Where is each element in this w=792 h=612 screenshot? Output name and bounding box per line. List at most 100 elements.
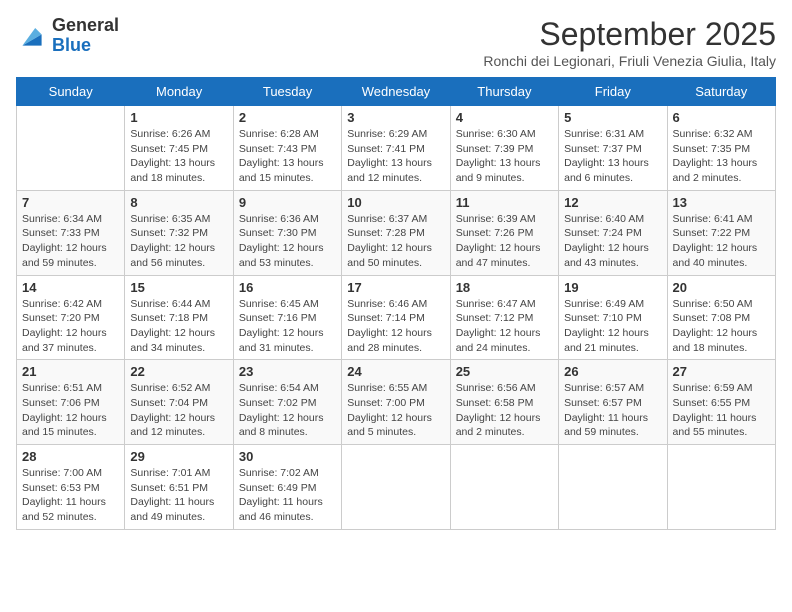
day-info: Sunrise: 6:29 AMSunset: 7:41 PMDaylight:…	[347, 127, 444, 186]
day-number: 19	[564, 280, 661, 295]
day-number: 25	[456, 364, 553, 379]
column-header-wednesday: Wednesday	[342, 78, 450, 106]
day-number: 12	[564, 195, 661, 210]
logo: General Blue	[16, 16, 119, 56]
calendar-cell: 15Sunrise: 6:44 AMSunset: 7:18 PMDayligh…	[125, 275, 233, 360]
day-info: Sunrise: 6:42 AMSunset: 7:20 PMDaylight:…	[22, 297, 119, 356]
calendar-week-row: 1 Sunrise: 6:26 AMSunset: 7:45 PMDaylight…	[17, 106, 776, 191]
column-header-saturday: Saturday	[667, 78, 775, 106]
calendar-cell: 7 Sunrise: 6:34 AMSunset: 7:33 PMDaylight…	[17, 190, 125, 275]
column-header-sunday: Sunday	[17, 78, 125, 106]
calendar-cell: 27 Sunrise: 6:59 AMSunset: 6:55 PMDayligh…	[667, 360, 775, 445]
day-info: Sunrise: 6:49 AMSunset: 7:10 PMDaylight:…	[564, 297, 661, 356]
day-number: 16	[239, 280, 336, 295]
day-number: 26	[564, 364, 661, 379]
calendar-cell	[559, 445, 667, 530]
calendar-cell	[342, 445, 450, 530]
day-info: Sunrise: 6:32 AMSunset: 7:35 PMDaylight:…	[673, 127, 770, 186]
day-number: 2	[239, 110, 336, 125]
calendar-cell: 2Sunrise: 6:28 AMSunset: 7:43 PMDaylight…	[233, 106, 341, 191]
calendar-cell: 26 Sunrise: 6:57 AMSunset: 6:57 PMDayligh…	[559, 360, 667, 445]
day-number: 24	[347, 364, 444, 379]
calendar-cell: 17 Sunrise: 6:46 AMSunset: 7:14 PMDayligh…	[342, 275, 450, 360]
day-info: Sunrise: 6:39 AMSunset: 7:26 PMDaylight:…	[456, 212, 553, 271]
calendar-cell: 5 Sunrise: 6:31 AMSunset: 7:37 PMDaylight…	[559, 106, 667, 191]
day-number: 7	[22, 195, 119, 210]
column-header-monday: Monday	[125, 78, 233, 106]
calendar-week-row: 21 Sunrise: 6:51 AMSunset: 7:06 PMDayligh…	[17, 360, 776, 445]
day-number: 27	[673, 364, 770, 379]
day-info: Sunrise: 6:47 AMSunset: 7:12 PMDaylight:…	[456, 297, 553, 356]
calendar-cell: 22 Sunrise: 6:52 AMSunset: 7:04 PMDayligh…	[125, 360, 233, 445]
day-number: 14	[22, 280, 119, 295]
day-info: Sunrise: 6:54 AMSunset: 7:02 PMDaylight:…	[239, 381, 336, 440]
day-number: 9	[239, 195, 336, 210]
day-number: 28	[22, 449, 119, 464]
calendar-cell: 20 Sunrise: 6:50 AMSunset: 7:08 PMDayligh…	[667, 275, 775, 360]
day-number: 15	[130, 280, 227, 295]
day-info: Sunrise: 6:35 AMSunset: 7:32 PMDaylight:…	[130, 212, 227, 271]
calendar-week-row: 28 Sunrise: 7:00 AMSunset: 6:53 PMDayligh…	[17, 445, 776, 530]
logo-icon	[16, 20, 48, 52]
day-info: Sunrise: 6:56 AMSunset: 6:58 PMDaylight:…	[456, 381, 553, 440]
calendar-table: SundayMondayTuesdayWednesdayThursdayFrid…	[16, 77, 776, 530]
day-number: 3	[347, 110, 444, 125]
day-number: 6	[673, 110, 770, 125]
calendar-week-row: 7 Sunrise: 6:34 AMSunset: 7:33 PMDaylight…	[17, 190, 776, 275]
day-info: Sunrise: 6:36 AMSunset: 7:30 PMDaylight:…	[239, 212, 336, 271]
calendar-cell: 8 Sunrise: 6:35 AMSunset: 7:32 PMDaylight…	[125, 190, 233, 275]
day-number: 13	[673, 195, 770, 210]
calendar-cell	[667, 445, 775, 530]
day-info: Sunrise: 6:45 AMSunset: 7:16 PMDaylight:…	[239, 297, 336, 356]
day-info: Sunrise: 7:00 AMSunset: 6:53 PMDaylight:…	[22, 466, 119, 525]
column-header-friday: Friday	[559, 78, 667, 106]
day-info: Sunrise: 6:40 AMSunset: 7:24 PMDaylight:…	[564, 212, 661, 271]
day-info: Sunrise: 6:31 AMSunset: 7:37 PMDaylight:…	[564, 127, 661, 186]
day-info: Sunrise: 6:46 AMSunset: 7:14 PMDaylight:…	[347, 297, 444, 356]
calendar-cell: 11 Sunrise: 6:39 AMSunset: 7:26 PMDayligh…	[450, 190, 558, 275]
calendar-cell: 24Sunrise: 6:55 AMSunset: 7:00 PMDayligh…	[342, 360, 450, 445]
month-title: September 2025	[483, 16, 776, 53]
day-number: 18	[456, 280, 553, 295]
page-header: General Blue September 2025 Ronchi dei L…	[16, 16, 776, 69]
day-number: 20	[673, 280, 770, 295]
day-number: 22	[130, 364, 227, 379]
day-info: Sunrise: 6:51 AMSunset: 7:06 PMDaylight:…	[22, 381, 119, 440]
calendar-cell: 4Sunrise: 6:30 AMSunset: 7:39 PMDaylight…	[450, 106, 558, 191]
day-number: 21	[22, 364, 119, 379]
day-number: 30	[239, 449, 336, 464]
day-info: Sunrise: 6:50 AMSunset: 7:08 PMDaylight:…	[673, 297, 770, 356]
column-header-thursday: Thursday	[450, 78, 558, 106]
day-info: Sunrise: 6:37 AMSunset: 7:28 PMDaylight:…	[347, 212, 444, 271]
calendar-cell: 10Sunrise: 6:37 AMSunset: 7:28 PMDayligh…	[342, 190, 450, 275]
title-block: September 2025 Ronchi dei Legionari, Fri…	[483, 16, 776, 69]
day-number: 17	[347, 280, 444, 295]
calendar-cell: 23Sunrise: 6:54 AMSunset: 7:02 PMDayligh…	[233, 360, 341, 445]
calendar-header-row: SundayMondayTuesdayWednesdayThursdayFrid…	[17, 78, 776, 106]
location-subtitle: Ronchi dei Legionari, Friuli Venezia Giu…	[483, 53, 776, 69]
day-number: 5	[564, 110, 661, 125]
day-info: Sunrise: 6:26 AMSunset: 7:45 PMDaylight:…	[130, 127, 227, 186]
day-number: 29	[130, 449, 227, 464]
calendar-cell: 29 Sunrise: 7:01 AMSunset: 6:51 PMDayligh…	[125, 445, 233, 530]
day-number: 11	[456, 195, 553, 210]
day-info: Sunrise: 6:41 AMSunset: 7:22 PMDaylight:…	[673, 212, 770, 271]
calendar-cell: 19 Sunrise: 6:49 AMSunset: 7:10 PMDayligh…	[559, 275, 667, 360]
logo-text: General Blue	[52, 16, 119, 56]
calendar-cell: 18 Sunrise: 6:47 AMSunset: 7:12 PMDayligh…	[450, 275, 558, 360]
calendar-week-row: 14 Sunrise: 6:42 AMSunset: 7:20 PMDayligh…	[17, 275, 776, 360]
day-info: Sunrise: 6:34 AMSunset: 7:33 PMDaylight:…	[22, 212, 119, 271]
calendar-cell: 21 Sunrise: 6:51 AMSunset: 7:06 PMDayligh…	[17, 360, 125, 445]
calendar-cell: 1 Sunrise: 6:26 AMSunset: 7:45 PMDaylight…	[125, 106, 233, 191]
day-info: Sunrise: 6:52 AMSunset: 7:04 PMDaylight:…	[130, 381, 227, 440]
calendar-cell: 6 Sunrise: 6:32 AMSunset: 7:35 PMDaylight…	[667, 106, 775, 191]
day-info: Sunrise: 7:01 AMSunset: 6:51 PMDaylight:…	[130, 466, 227, 525]
day-info: Sunrise: 6:59 AMSunset: 6:55 PMDaylight:…	[673, 381, 770, 440]
day-number: 8	[130, 195, 227, 210]
calendar-cell: 13 Sunrise: 6:41 AMSunset: 7:22 PMDayligh…	[667, 190, 775, 275]
day-info: Sunrise: 6:57 AMSunset: 6:57 PMDaylight:…	[564, 381, 661, 440]
calendar-cell: 9 Sunrise: 6:36 AMSunset: 7:30 PMDaylight…	[233, 190, 341, 275]
calendar-cell: 3 Sunrise: 6:29 AMSunset: 7:41 PMDaylight…	[342, 106, 450, 191]
column-header-tuesday: Tuesday	[233, 78, 341, 106]
day-number: 1	[130, 110, 227, 125]
